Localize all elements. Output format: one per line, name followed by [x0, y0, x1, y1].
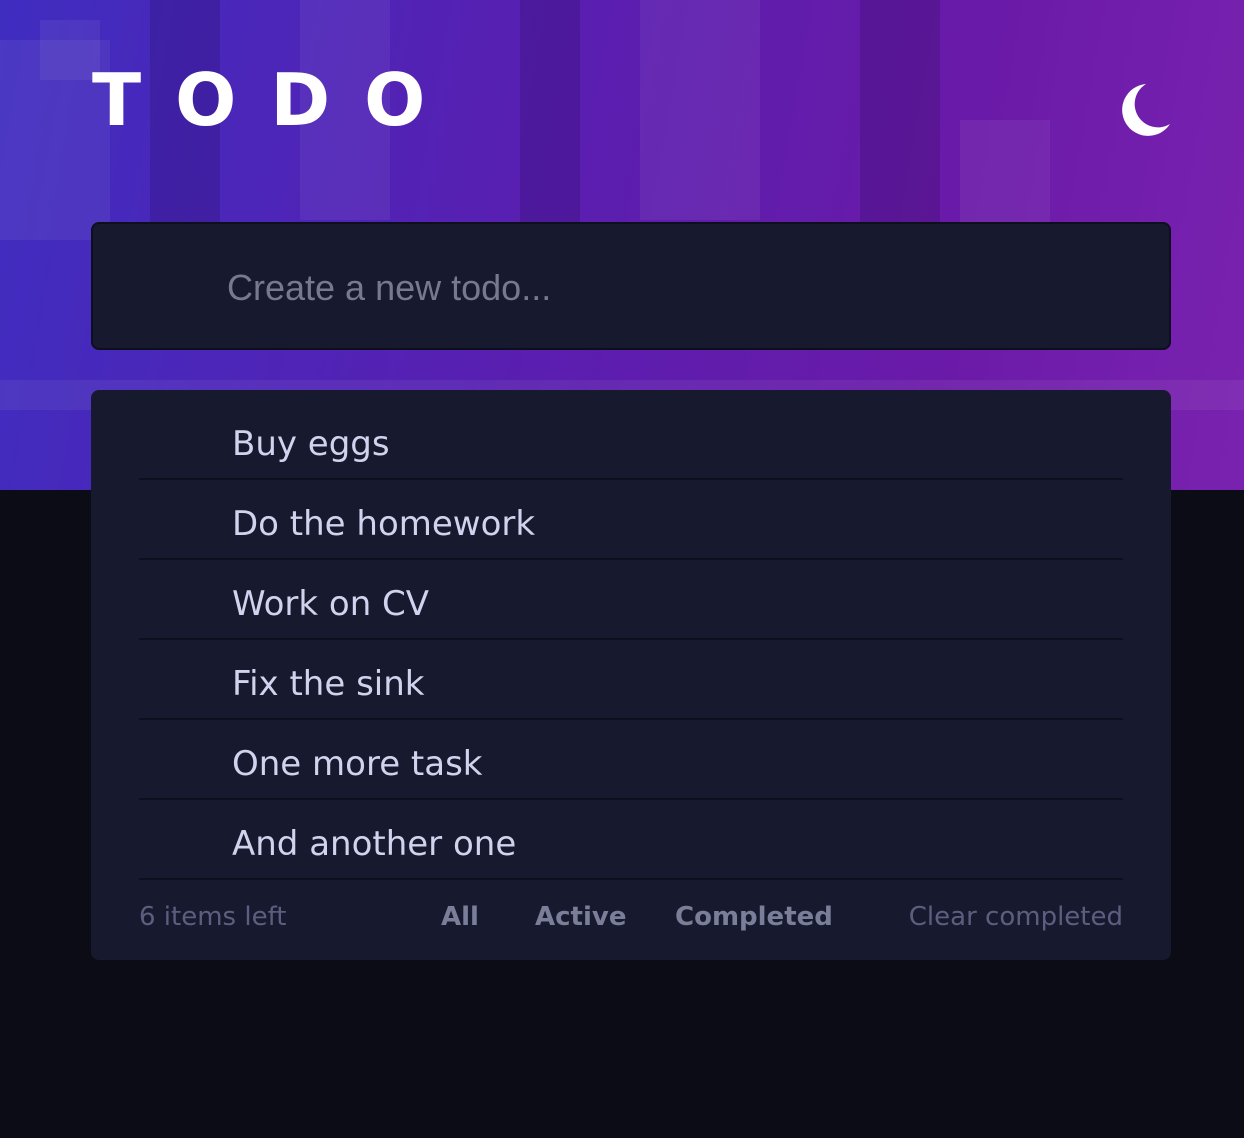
todo-item[interactable]: Work on CV: [139, 560, 1123, 640]
todo-text: Do the homework: [232, 504, 536, 544]
filter-completed-button[interactable]: Completed: [675, 895, 833, 939]
todo-list: Buy eggs Do the homework Work on CV Fix …: [91, 390, 1171, 960]
moon-icon: [1122, 84, 1170, 136]
filter-all-button[interactable]: All: [441, 895, 479, 939]
clear-completed-button[interactable]: Clear completed: [909, 895, 1123, 939]
new-todo-input[interactable]: [227, 258, 1127, 318]
list-footer: 6 items left All Active Completed Clear …: [139, 895, 1123, 939]
items-left-count: 6 items left: [139, 902, 287, 932]
filter-active-button[interactable]: Active: [535, 895, 626, 939]
todo-text: Fix the sink: [232, 664, 425, 704]
background-shape: [640, 0, 760, 220]
background-shape: [40, 20, 100, 80]
todo-item[interactable]: Do the homework: [139, 480, 1123, 560]
background-shape: [860, 0, 940, 230]
todo-text: And another one: [232, 824, 517, 864]
new-todo-card: [91, 222, 1171, 350]
todo-item[interactable]: And another one: [139, 800, 1123, 880]
todo-text: Work on CV: [232, 584, 430, 624]
todo-item[interactable]: Buy eggs: [139, 400, 1123, 480]
todo-text: Buy eggs: [232, 424, 390, 464]
todo-item[interactable]: One more task: [139, 720, 1123, 800]
app-title: TODO: [92, 58, 460, 142]
background-shape: [960, 120, 1050, 230]
todo-item[interactable]: Fix the sink: [139, 640, 1123, 720]
theme-toggle-button[interactable]: [1116, 82, 1172, 138]
todo-text: One more task: [232, 744, 483, 784]
background-shape: [520, 0, 580, 230]
